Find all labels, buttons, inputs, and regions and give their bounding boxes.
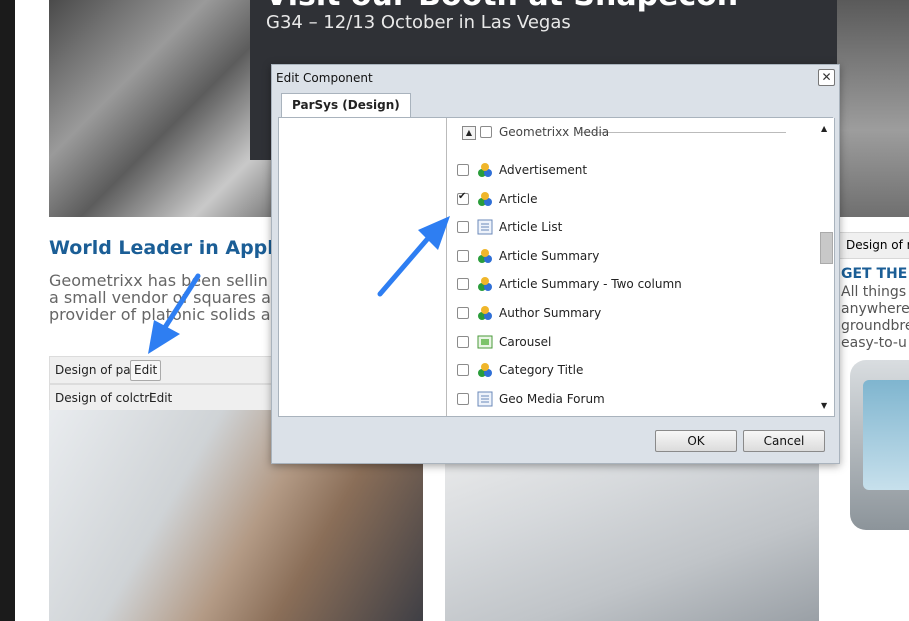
item-label: Geo Media Forum [499,391,605,406]
item-checkbox[interactable] [457,364,469,377]
item-label: Article Summary [499,248,600,263]
annotation-arrow-icon [148,273,201,354]
hero-image [49,0,283,217]
item-checkbox[interactable] [457,335,469,348]
edit-link[interactable]: Edit [149,391,172,405]
cancel-button[interactable]: Cancel [743,430,825,452]
item-label: Advertisement [499,163,588,177]
scroll-down-icon[interactable]: ▼ [821,401,827,410]
tab-parsys-design[interactable]: ParSys (Design) [281,93,411,117]
ok-button[interactable]: OK [655,430,737,452]
scroll-up-icon[interactable]: ▲ [821,124,827,133]
right-text: All things anywhere. groundbre easy-to-u [841,284,909,352]
component-icon [477,248,493,264]
component-icon [477,276,493,292]
group-checkbox[interactable] [480,126,492,138]
design-bar-colctrl: Design of colctrl Edit [49,384,276,412]
scrollbar[interactable]: ▲ ▼ [817,118,834,416]
annotation-arrow-icon [377,216,450,297]
edit-button[interactable]: Edit [130,360,162,381]
tab-strip: ParSys (Design) [278,91,833,118]
close-icon[interactable]: ✕ [818,69,835,86]
item-label: Article [499,191,538,206]
banner-subtitle: G34 – 12/13 October in Las Vegas [266,12,571,33]
right-line: groundbre [841,318,909,334]
design-bar-label: Design of ri [846,238,909,252]
scrollbar-thumb[interactable] [820,232,833,264]
item-label: Article Summary - Two column [499,277,682,292]
right-line: anywhere. [841,301,909,317]
hero-image-right [837,0,909,217]
edit-component-dialog: Edit Component ✕ ParSys (Design) ▲ Geome… [271,64,840,464]
component-icon [477,362,493,378]
component-icon [477,191,493,207]
group-label: Geometrixx Media [499,125,610,139]
collapse-icon[interactable]: ▲ [462,126,476,140]
item-label: Category Title [499,363,584,378]
item-checkbox[interactable] [457,164,469,176]
phone-screen [863,380,909,490]
component-icon [477,162,493,178]
right-line: easy-to-u [841,335,907,351]
design-bar-par: Design of par Edit [49,356,276,384]
dialog-title: Edit Component [276,71,373,85]
item-checkbox[interactable] [457,392,469,405]
fieldset-border [579,132,786,133]
design-bar-label: Design of par [55,363,136,377]
right-line: All things [841,284,907,300]
component-icon [477,305,493,321]
page-heading: World Leader in Appliec [49,237,305,259]
item-label: Carousel [499,334,552,349]
design-bar-right: Design of ri [838,232,909,259]
item-label: Article List [499,220,563,235]
item-checkbox[interactable] [457,307,469,319]
carousel-icon [477,334,493,350]
design-bar-label: Design of colctrl [55,391,153,405]
item-label: Author Summary [499,306,602,320]
list-icon [477,219,493,235]
dialog-body: ▲ Geometrixx Media Advertisement Article A… [278,118,835,417]
right-heading: GET THE G [841,266,909,282]
item-checkbox[interactable] [457,191,469,205]
list-icon [477,391,493,407]
